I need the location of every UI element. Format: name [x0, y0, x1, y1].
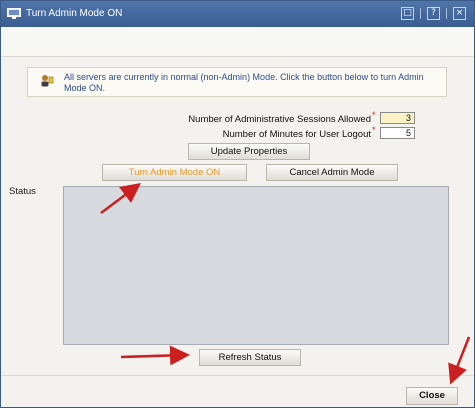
turn-admin-mode-on-button[interactable]: Turn Admin Mode ON [102, 164, 247, 181]
title-bar[interactable]: Turn Admin Mode ON □ ? × [1, 1, 474, 27]
help-icon[interactable]: ? [427, 7, 440, 20]
refresh-status-button[interactable]: Refresh Status [199, 349, 301, 366]
status-area[interactable] [63, 186, 449, 345]
sessions-label: Number of Administrative Sessions Allowe… [188, 114, 371, 125]
info-message: All servers are currently in normal (non… [64, 72, 424, 93]
required-marker: * [372, 125, 376, 135]
minutes-label: Number of Minutes for User Logout [222, 129, 371, 140]
arrow-to-close [448, 336, 471, 385]
title-divider [420, 8, 421, 19]
logout-minutes-input[interactable] [380, 127, 415, 139]
info-banner: All servers are currently in normal (non… [27, 67, 447, 97]
maximize-icon[interactable]: □ [401, 7, 414, 20]
sessions-allowed-input[interactable] [380, 112, 415, 124]
window-title: Turn Admin Mode ON [26, 8, 123, 19]
dialog-footer [1, 375, 474, 407]
close-button[interactable]: Close [406, 387, 458, 405]
update-properties-button[interactable]: Update Properties [188, 143, 310, 160]
info-user-icon [41, 75, 54, 87]
title-divider [446, 8, 447, 19]
admin-mode-dialog: Turn Admin Mode ON □ ? × All servers are… [0, 0, 475, 408]
close-icon[interactable]: × [453, 7, 466, 20]
status-label: Status [9, 186, 36, 197]
arrow-to-refresh [120, 345, 190, 366]
window-controls: □ ? × [401, 7, 466, 20]
required-marker: * [372, 110, 376, 120]
cancel-admin-mode-button[interactable]: Cancel Admin Mode [266, 164, 398, 181]
toolbar-band [1, 27, 474, 57]
window-app-icon [7, 8, 21, 19]
